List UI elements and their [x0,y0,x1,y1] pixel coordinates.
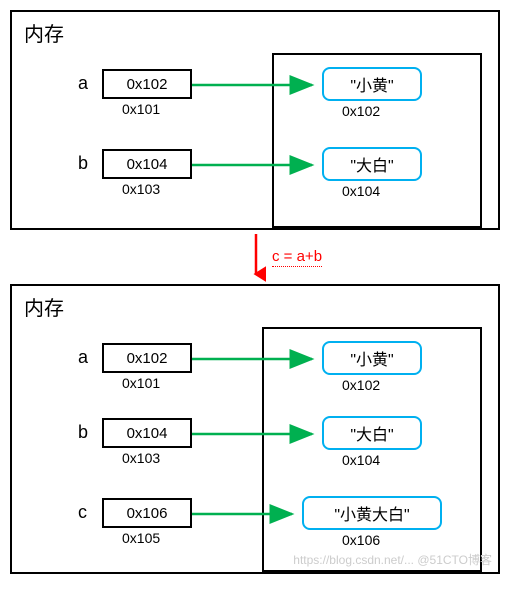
arrow-icon [192,75,322,95]
pointer-box-c: 0x106 [102,498,192,528]
arrow-icon [192,504,302,524]
pointer-value: 0x104 [127,156,168,173]
pointer-value: 0x102 [127,76,168,93]
panel-inner: a 0x102 0x101 "小黄" 0x102 b 0x104 0x103 "… [22,51,488,231]
arrow-icon [192,349,322,369]
operation-label: c = a+b [272,248,322,265]
value-box-c: "小黄大白" [302,496,442,530]
pointer-addr-a: 0x101 [122,101,160,117]
pointer-value: 0x104 [127,425,168,442]
pointer-addr-c: 0x105 [122,530,160,546]
value-box-b: "大白" [322,416,422,450]
value-text: "小黄大白" [334,501,409,525]
operation-text: c = a+b [272,248,322,267]
value-text: "大白" [350,152,393,176]
memory-panel-after: 内存 a 0x102 0x101 "小黄" 0x102 b 0x104 0x10… [10,284,500,574]
var-label-b: b [78,153,88,174]
value-box-a: "小黄" [322,67,422,101]
memory-panel-before: 内存 a 0x102 0x101 "小黄" 0x102 b 0x104 0x10… [10,10,500,230]
pointer-box-b: 0x104 [102,149,192,179]
arrow-icon [192,424,322,444]
panel-title: 内存 [24,292,488,321]
value-box-a: "小黄" [322,341,422,375]
value-addr-a: 0x102 [342,377,380,393]
pointer-box-b: 0x104 [102,418,192,448]
var-label-a: a [78,73,88,94]
down-arrow-icon [246,234,266,284]
transition-area: c = a+b [10,238,500,284]
var-label-c: c [78,502,87,523]
arrow-icon [192,155,322,175]
panel-inner: a 0x102 0x101 "小黄" 0x102 b 0x104 0x103 "… [22,325,488,575]
pointer-value: 0x102 [127,350,168,367]
value-box-b: "大白" [322,147,422,181]
value-addr-b: 0x104 [342,452,380,468]
pointer-box-a: 0x102 [102,69,192,99]
value-addr-b: 0x104 [342,183,380,199]
value-text: "大白" [350,421,393,445]
pointer-addr-a: 0x101 [122,375,160,391]
pointer-addr-b: 0x103 [122,181,160,197]
value-text: "小黄" [350,346,393,370]
value-addr-c: 0x106 [342,532,380,548]
var-label-b: b [78,422,88,443]
pointer-box-a: 0x102 [102,343,192,373]
value-addr-a: 0x102 [342,103,380,119]
panel-title: 内存 [24,18,488,47]
value-text: "小黄" [350,72,393,96]
var-label-a: a [78,347,88,368]
pointer-addr-b: 0x103 [122,450,160,466]
pointer-value: 0x106 [127,505,168,522]
